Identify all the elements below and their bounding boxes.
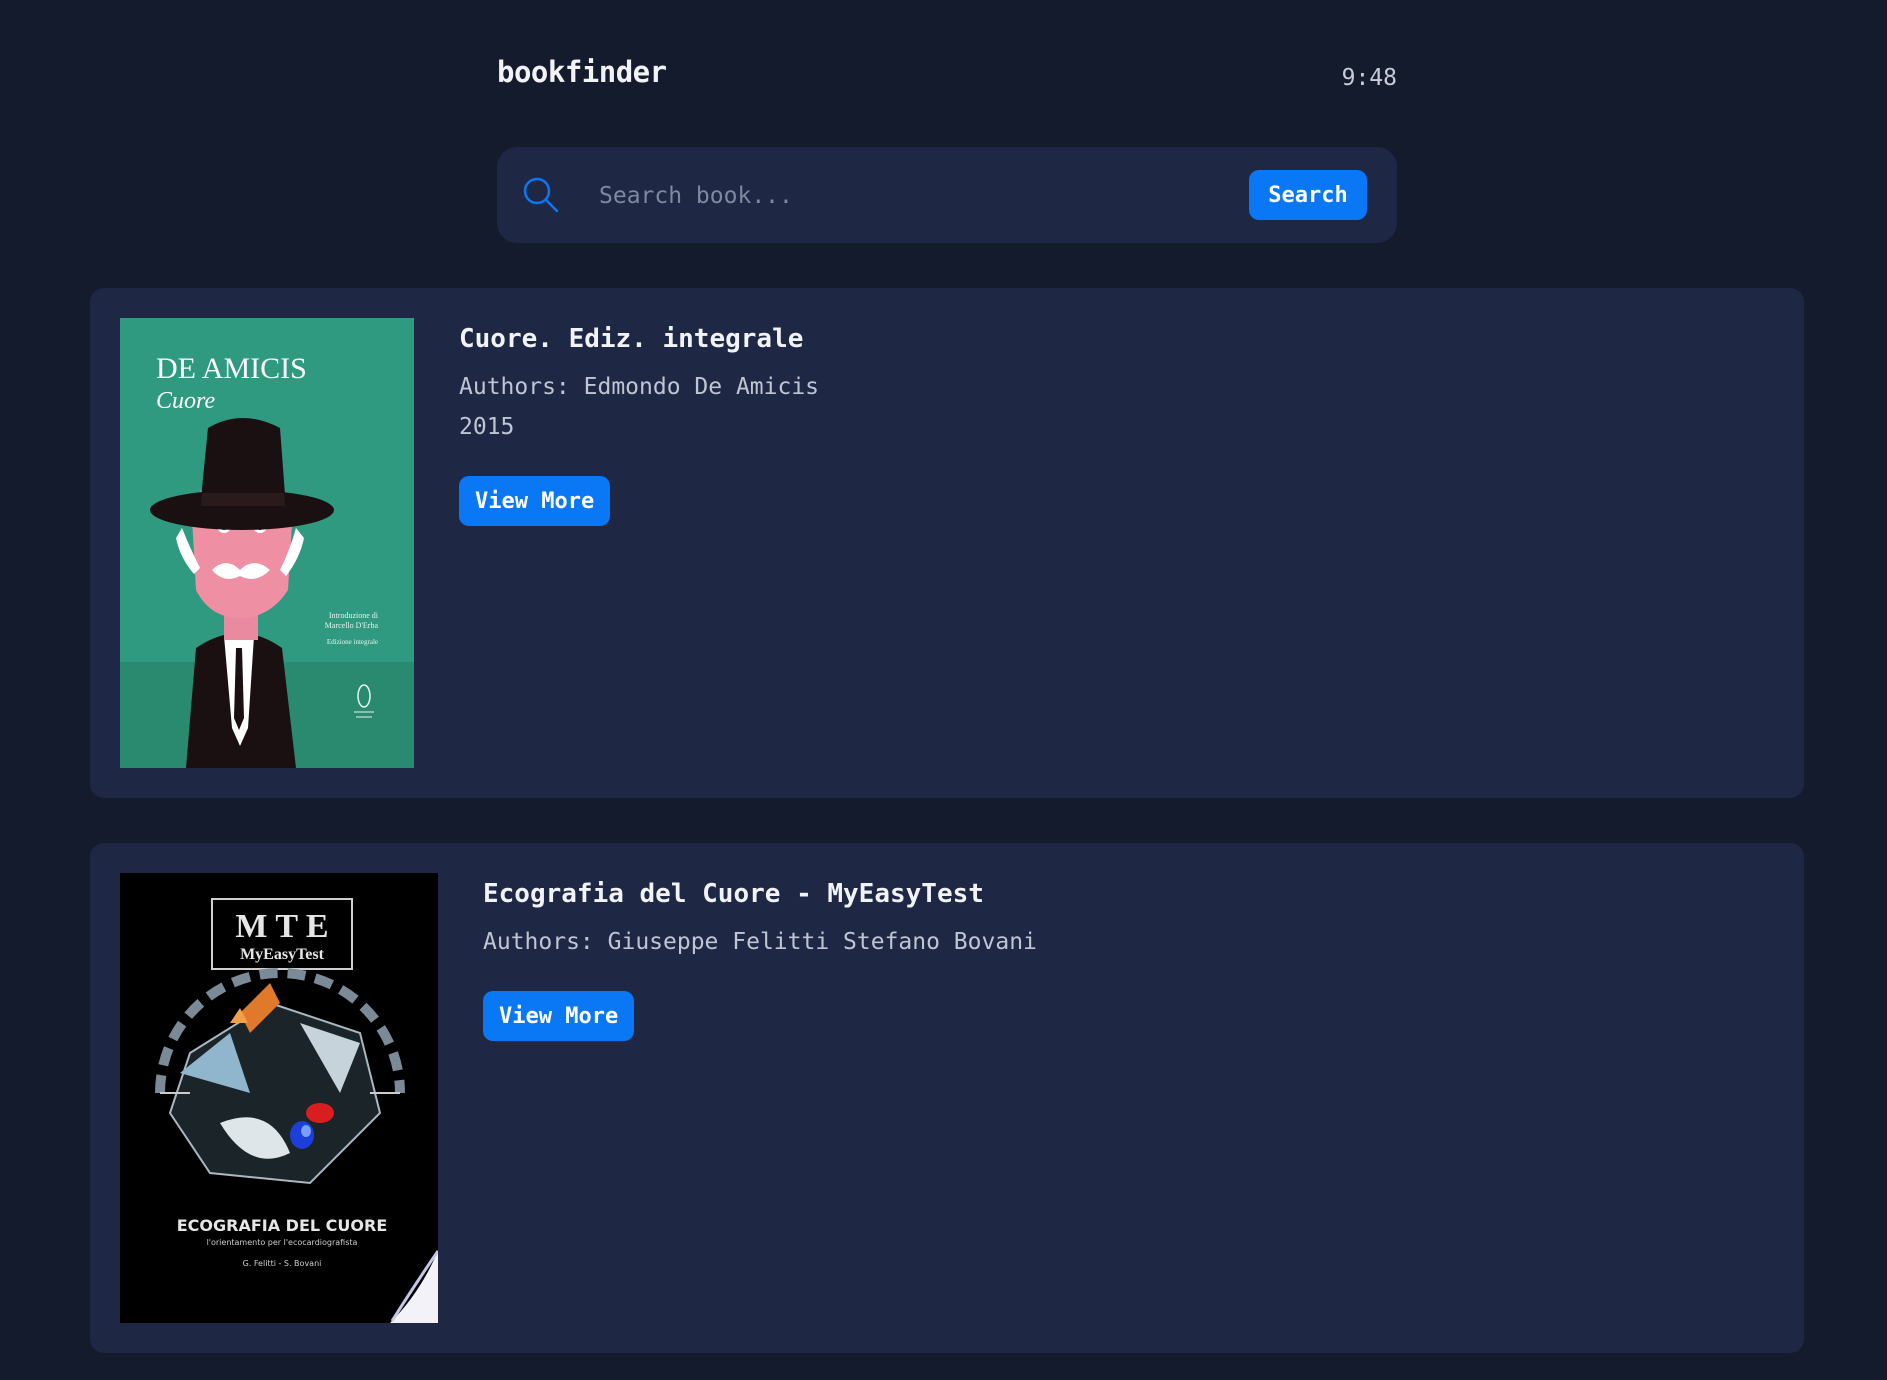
cover-logo-text: M T E: [235, 908, 328, 945]
book-info: Ecografia del Cuore - MyEasyTest Authors…: [483, 879, 1037, 1041]
book-card: M T E MyEasyTest ECOGRAFIA DEL CUORE l'o…: [90, 843, 1804, 1353]
search-icon: [521, 175, 561, 215]
cover-logo-subtext: MyEasyTest: [240, 946, 325, 963]
book-authors: Authors: Giuseppe Felitti Stefano Bovani: [483, 929, 1037, 955]
cover-author-text: DE AMICIS: [156, 352, 307, 385]
book-authors: Authors: Edmondo De Amicis: [459, 374, 820, 400]
cover-title-text: Cuore: [156, 388, 215, 414]
svg-text:Marcello D'Erba: Marcello D'Erba: [325, 621, 379, 630]
view-more-button[interactable]: View More: [483, 991, 635, 1041]
book-year: 2015: [459, 414, 515, 440]
search-input[interactable]: [597, 171, 1221, 221]
svg-text:l'orientamento per l'ecocardio: l'orientamento per l'ecocardiografista: [207, 1238, 358, 1247]
svg-text:Edizione integrale: Edizione integrale: [327, 638, 378, 646]
book-card: DE AMICIS Cuore Introduzione di Marcello…: [90, 288, 1804, 798]
header: bookfinder 9:48: [497, 55, 1397, 103]
clock: 9:48: [1341, 65, 1397, 91]
book-cover: M T E MyEasyTest ECOGRAFIA DEL CUORE l'o…: [120, 873, 438, 1323]
svg-text:G. Felitti - S. Bovani: G. Felitti - S. Bovani: [243, 1259, 322, 1268]
cover-title-text: ECOGRAFIA DEL CUORE: [177, 1216, 388, 1235]
book-title: Cuore. Ediz. integrale: [459, 324, 804, 354]
view-more-button[interactable]: View More: [459, 476, 611, 526]
book-title: Ecografia del Cuore - MyEasyTest: [483, 879, 984, 909]
search-bar: Search: [497, 147, 1397, 243]
book-cover: DE AMICIS Cuore Introduzione di Marcello…: [120, 318, 414, 768]
search-button[interactable]: Search: [1249, 170, 1367, 220]
book-info: Cuore. Ediz. integrale Authors: Edmondo …: [459, 324, 819, 526]
app-title: bookfinder: [497, 55, 667, 89]
svg-text:Introduzione di: Introduzione di: [329, 611, 379, 620]
